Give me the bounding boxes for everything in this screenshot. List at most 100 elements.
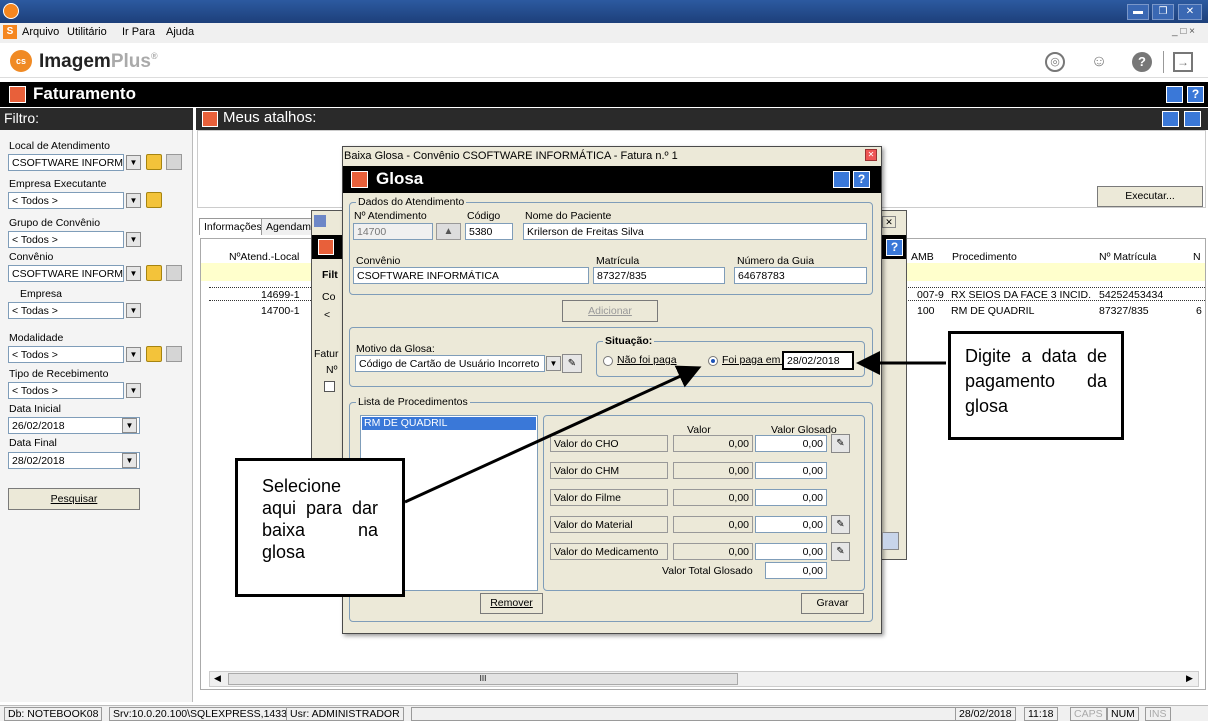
behind-lt: < bbox=[324, 309, 331, 321]
behind-close-icon[interactable]: ✕ bbox=[882, 216, 896, 228]
convenio-select[interactable]: CSOFTWARE INFORM/ bbox=[8, 265, 124, 282]
edit-icon[interactable]: ✎ bbox=[831, 542, 850, 561]
app-menu-icon[interactable]: S bbox=[3, 25, 17, 39]
list-icon[interactable] bbox=[166, 265, 182, 281]
col-amb-header[interactable]: AMB bbox=[911, 251, 934, 263]
natend-input[interactable]: 14700 bbox=[353, 223, 433, 240]
minimize-button[interactable]: ▬ bbox=[1127, 4, 1149, 20]
minimize-panel-icon[interactable] bbox=[1184, 111, 1201, 127]
chevron-down-icon[interactable]: ▼ bbox=[126, 383, 141, 398]
valor-glosado-input[interactable]: 0,00 bbox=[755, 462, 827, 479]
convenio-input[interactable]: CSOFTWARE INFORMÁTICA bbox=[353, 267, 589, 284]
data-final-input[interactable]: 28/02/2018 bbox=[8, 452, 140, 469]
callout-data-pagamento: Digite a data de pagamento da glosa bbox=[948, 331, 1124, 440]
search-icon[interactable]: ▲ bbox=[436, 223, 461, 240]
local-select[interactable]: CSOFTWARE INFORM/ bbox=[8, 154, 124, 171]
exit-icon[interactable]: → bbox=[1173, 52, 1193, 72]
edit-icon[interactable]: ✎ bbox=[831, 434, 850, 453]
data-inicial-input[interactable]: 26/02/2018 bbox=[8, 417, 140, 434]
foi-paga-label[interactable]: Foi paga em : bbox=[722, 354, 786, 366]
grupo-select[interactable]: < Todos > bbox=[8, 231, 124, 248]
calendar-dropdown-icon[interactable]: ▼ bbox=[122, 418, 137, 433]
chevron-down-icon[interactable]: ▼ bbox=[126, 232, 141, 247]
chevron-down-icon[interactable]: ▼ bbox=[126, 193, 141, 208]
col-matric-header[interactable]: Nº Matrícula bbox=[1099, 251, 1157, 263]
menu-ir-para[interactable]: Ir Para bbox=[122, 26, 155, 38]
status-db: Db: NOTEBOOK08 bbox=[4, 707, 103, 721]
tipo-select[interactable]: < Todos > bbox=[8, 382, 124, 399]
empresa-exec-select[interactable]: < Todos > bbox=[8, 192, 124, 209]
maximize-button[interactable]: ❐ bbox=[1152, 4, 1174, 20]
gravar-button[interactable]: Gravar bbox=[801, 593, 864, 614]
chevron-down-icon[interactable]: ▼ bbox=[126, 347, 141, 362]
lightning-icon[interactable] bbox=[146, 265, 162, 281]
help-icon[interactable]: ? bbox=[1132, 52, 1152, 72]
scroll-right-icon[interactable]: ▶ bbox=[1186, 673, 1193, 684]
adicionar-button[interactable]: Adicionar bbox=[562, 300, 658, 322]
scroll-left-icon[interactable]: ◀ bbox=[214, 673, 221, 684]
lightning-icon[interactable] bbox=[146, 192, 162, 208]
calendar-dropdown-icon[interactable]: ▼ bbox=[122, 453, 137, 468]
valor-item-label: Valor do Material bbox=[550, 516, 668, 533]
user-icon[interactable]: ☺ bbox=[1088, 52, 1110, 72]
horizontal-scrollbar[interactable]: ◀ III ▶ bbox=[209, 671, 1199, 687]
menu-arquivo[interactable]: Arquivo bbox=[22, 26, 59, 38]
module-info-icon[interactable] bbox=[1166, 86, 1183, 103]
guia-input[interactable]: 64678783 bbox=[734, 267, 867, 284]
foi-paga-radio[interactable] bbox=[708, 356, 718, 366]
tab-agendamento[interactable]: Agendam bbox=[261, 218, 316, 235]
row-atend: 14700-1 bbox=[261, 305, 300, 317]
list-item[interactable]: RM DE QUADRIL bbox=[362, 417, 536, 430]
chevron-down-icon[interactable]: ▼ bbox=[126, 303, 141, 318]
situacao-legend: Situação: bbox=[603, 335, 655, 347]
pesquisar-button[interactable]: Pesquisar bbox=[8, 488, 140, 510]
behind-checkbox[interactable] bbox=[324, 381, 335, 392]
executar-button[interactable]: Executar... bbox=[1097, 186, 1203, 207]
chevron-down-icon[interactable]: ▼ bbox=[546, 356, 561, 371]
menu-ajuda[interactable]: Ajuda bbox=[166, 26, 194, 38]
valor-glosado-input[interactable]: 0,00 bbox=[755, 435, 827, 452]
globe-icon[interactable]: ◎ bbox=[1045, 52, 1065, 72]
nome-input[interactable]: Krilerson de Freitas Silva bbox=[523, 223, 867, 240]
nao-paga-radio[interactable] bbox=[603, 356, 613, 366]
lightning-icon[interactable] bbox=[146, 346, 162, 362]
matricula-input[interactable]: 87327/835 bbox=[593, 267, 725, 284]
status-srv: Srv:10.0.20.100\SQLEXPRESS,1433 bbox=[109, 707, 291, 721]
restore-icon[interactable] bbox=[1162, 111, 1179, 127]
col-proc-header[interactable]: Procedimento bbox=[952, 251, 1017, 263]
dialog-help-icon[interactable]: ? bbox=[853, 171, 870, 188]
module-help-icon[interactable]: ? bbox=[1187, 86, 1204, 103]
list-icon[interactable] bbox=[166, 346, 182, 362]
data-pagamento-input[interactable]: 28/02/2018 bbox=[782, 351, 854, 370]
remover-button[interactable]: Remover bbox=[480, 593, 543, 614]
list-icon[interactable] bbox=[166, 154, 182, 170]
valor-item-value: 0,00 bbox=[673, 435, 753, 452]
edit-icon[interactable]: ✎ bbox=[831, 515, 850, 534]
lightning-icon[interactable] bbox=[146, 154, 162, 170]
valor-item-value: 0,00 bbox=[673, 543, 753, 560]
nao-paga-label[interactable]: Não foi paga bbox=[617, 354, 677, 366]
codigo-input[interactable]: 5380 bbox=[465, 223, 513, 240]
valor-glosado-input[interactable]: 0,00 bbox=[755, 516, 827, 533]
behind-help-icon[interactable]: ? bbox=[886, 239, 903, 256]
tab-informacoes[interactable]: Informações bbox=[199, 218, 267, 235]
empresa-select[interactable]: < Todas > bbox=[8, 302, 124, 319]
valor-glosado-input[interactable]: 0,00 bbox=[755, 489, 827, 506]
motivo-select[interactable]: Código de Cartão de Usuário Incorreto bbox=[355, 355, 545, 372]
total-input[interactable]: 0,00 bbox=[765, 562, 827, 579]
modalidade-label: Modalidade bbox=[9, 332, 64, 344]
valor-glosado-input[interactable]: 0,00 bbox=[755, 543, 827, 560]
dialog-close-icon[interactable]: ✕ bbox=[865, 149, 877, 161]
edit-icon[interactable]: ✎ bbox=[562, 354, 582, 373]
menu-utilitario[interactable]: Utilitário bbox=[67, 26, 107, 38]
dialog-title: Baixa Glosa - Convênio CSOFTWARE INFORMÁ… bbox=[344, 150, 678, 162]
chevron-down-icon[interactable]: ▼ bbox=[126, 155, 141, 170]
close-button[interactable]: ✕ bbox=[1178, 4, 1202, 20]
scroll-thumb[interactable]: III bbox=[228, 673, 738, 685]
mdi-window-controls[interactable]: _ □ × bbox=[1172, 26, 1195, 37]
col-atend-header[interactable]: NºAtend.-Local bbox=[229, 251, 299, 263]
dialog-info-icon[interactable] bbox=[833, 171, 850, 188]
modalidade-select[interactable]: < Todos > bbox=[8, 346, 124, 363]
chevron-down-icon[interactable]: ▼ bbox=[126, 266, 141, 281]
col-n-header[interactable]: N bbox=[1193, 251, 1201, 263]
